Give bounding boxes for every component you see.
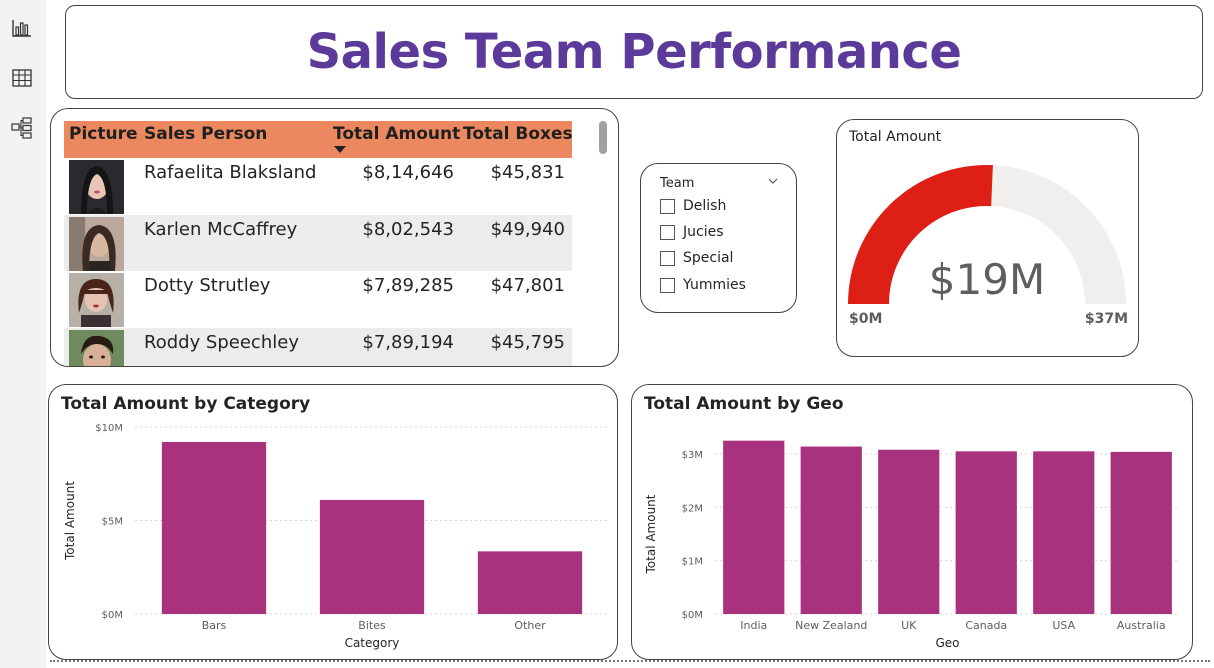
total-amount-cell: $8,14,646 — [362, 162, 454, 183]
picture-cell — [64, 158, 139, 214]
table-scrollbar[interactable] — [599, 121, 607, 154]
x-tick-label: Canada — [965, 619, 1007, 632]
x-tick-label: Bars — [202, 619, 227, 632]
picture-cell — [64, 328, 139, 366]
x-tick-label: Other — [514, 619, 546, 632]
total-boxes-cell: $45,795 — [490, 331, 565, 353]
sales-person-cell: Dotty Strutley — [144, 275, 271, 296]
avatar — [69, 216, 124, 271]
team-slicer: Team Delish Jucies Special Yummies — [640, 163, 797, 313]
bar-bites — [319, 499, 425, 614]
slicer-option-special[interactable]: Special — [660, 250, 733, 266]
table-row[interactable]: Roddy Speechley $7,89,194 $45,795 — [64, 327, 572, 366]
x-tick-label: Bites — [358, 619, 386, 632]
column-header-total-amount[interactable]: Total Amount — [328, 121, 461, 158]
sort-descending-icon — [334, 146, 346, 153]
picture-cell — [64, 215, 139, 271]
column-header-total-boxes[interactable]: Total Boxes — [458, 121, 573, 158]
category-chart[interactable]: Total Amount by Category $0M $5M $10M Bars B… — [48, 384, 618, 660]
y-tick-label: $1M — [682, 557, 703, 568]
x-tick-label: UK — [901, 619, 917, 632]
picture-cell — [64, 271, 139, 327]
gauge-min-label: $0M — [849, 311, 882, 327]
bar-new-zealand — [800, 446, 862, 614]
sales-person-cell: Karlen McCaffrey — [144, 218, 298, 240]
x-tick-label: USA — [1052, 619, 1075, 632]
checkbox[interactable] — [660, 198, 675, 214]
total-boxes-cell: $45,831 — [490, 162, 565, 183]
x-axis-title: Geo — [935, 636, 959, 650]
gauge-max-label: $37M — [1085, 311, 1128, 327]
bar-india — [723, 440, 785, 614]
geo-chart-plot: $0M $1M $2M $3M India New Zealand UK Canada USA A… — [644, 440, 1180, 650]
sales-person-table[interactable]: Picture Sales Person Total Amount Total … — [50, 108, 619, 367]
bar-uk — [878, 449, 940, 614]
table-header-row: Picture Sales Person Total Amount Total … — [64, 121, 573, 158]
y-tick-label: $0M — [682, 610, 703, 621]
geo-chart[interactable]: Total Amount by Geo $0M $1M $2M $3M India New… — [631, 384, 1193, 660]
avatar — [69, 329, 124, 366]
y-axis-title: Total Amount — [644, 494, 658, 574]
model-view-icon[interactable] — [11, 117, 33, 139]
table-view-icon[interactable] — [11, 67, 33, 89]
table-row[interactable]: Dotty Strutley $7,89,285 $47,801 — [64, 271, 572, 328]
slicer-option-delish[interactable]: Delish — [660, 198, 726, 214]
gauge-value: $19M — [929, 255, 1045, 304]
y-tick-label: $10M — [95, 423, 123, 434]
slicer-option-label: Yummies — [683, 277, 746, 293]
y-axis-title: Total Amount — [63, 481, 77, 561]
avatar — [69, 273, 124, 327]
slicer-option-label: Special — [683, 250, 734, 266]
slicer-option-yummies[interactable]: Yummies — [660, 277, 746, 293]
y-tick-label: $5M — [102, 517, 123, 528]
checkbox[interactable] — [660, 250, 675, 266]
category-chart-plot: $0M $5M $10M Bars Bites Other Category Total Am… — [63, 423, 609, 650]
bar-other — [477, 551, 583, 614]
bar-bars — [161, 441, 267, 614]
x-tick-label: New Zealand — [795, 619, 867, 632]
column-header-picture[interactable]: Picture — [64, 121, 139, 158]
x-tick-label: Australia — [1117, 619, 1166, 632]
slicer-option-label: Delish — [683, 198, 727, 214]
bar-canada — [955, 451, 1017, 614]
sales-person-cell: Rafaelita Blaksland — [144, 162, 317, 183]
total-amount-cell: $7,89,285 — [362, 275, 454, 296]
column-header-total-amount-label: Total Amount — [333, 124, 461, 144]
total-boxes-cell: $47,801 — [490, 275, 565, 296]
page-title: Sales Team Performance — [306, 24, 962, 80]
table-row[interactable]: Rafaelita Blaksland $8,14,646 $45,831 — [64, 158, 572, 215]
view-switcher-rail — [0, 0, 46, 668]
table-row[interactable]: Karlen McCaffrey $8,02,543 $49,940 — [64, 214, 572, 271]
x-axis-title: Category — [345, 636, 400, 650]
gauge-graphic: $19M $0M $37M — [848, 164, 1128, 327]
table-grid: Picture Sales Person Total Amount Total … — [64, 121, 573, 366]
y-tick-label: $0M — [102, 610, 123, 621]
bar-australia — [1110, 451, 1172, 614]
checkbox[interactable] — [660, 277, 675, 293]
slicer-option-label: Jucies — [683, 224, 724, 240]
total-amount-gauge[interactable]: Total Amount $19M $0M $37M — [836, 119, 1139, 357]
column-header-sales-person[interactable]: Sales Person — [139, 121, 328, 158]
bar-usa — [1033, 451, 1095, 614]
total-boxes-cell: $49,940 — [490, 218, 565, 240]
y-tick-label: $3M — [682, 450, 703, 461]
checkbox[interactable] — [660, 224, 675, 240]
page-boundary — [50, 660, 1210, 662]
chevron-down-icon[interactable] — [768, 176, 778, 186]
x-tick-label: India — [740, 619, 767, 632]
report-view-icon[interactable] — [11, 17, 33, 39]
y-tick-label: $2M — [682, 503, 703, 514]
total-amount-cell: $8,02,543 — [362, 218, 454, 240]
total-amount-cell: $7,89,194 — [362, 331, 454, 353]
slicer-option-jucies[interactable]: Jucies — [660, 224, 724, 240]
sales-person-cell: Roddy Speechley — [144, 331, 299, 353]
title-card: Sales Team Performance — [65, 5, 1203, 99]
slicer-title: Team — [660, 176, 695, 191]
avatar — [69, 160, 124, 214]
